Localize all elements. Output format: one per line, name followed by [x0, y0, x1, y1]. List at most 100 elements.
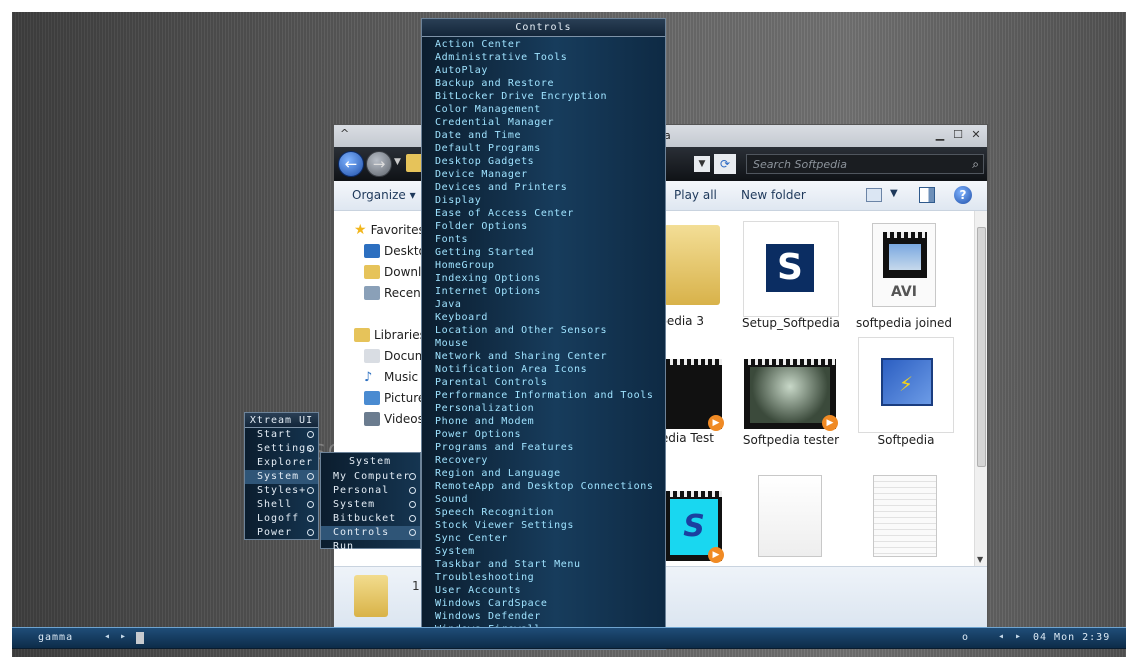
menu-item-personal[interactable]: Personal [321, 484, 420, 498]
controls-menu-item[interactable]: Indexing Options [435, 272, 665, 285]
scroll-down-icon[interactable]: ▼ [977, 555, 983, 564]
play-all-button[interactable]: Play all [674, 188, 717, 202]
menu-item-my-computer[interactable]: My Computer [321, 470, 420, 484]
nav-libraries[interactable]: Libraries [354, 326, 426, 344]
address-dropdown-icon[interactable]: ▼ [694, 156, 710, 172]
history-dropdown-icon[interactable]: ▼ [394, 157, 401, 167]
controls-menu-item[interactable]: Notification Area Icons [435, 363, 665, 376]
tray-prev-icon[interactable]: ◂ [998, 631, 1005, 642]
controls-menu-item[interactable]: Sound [435, 493, 665, 506]
controls-menu-item[interactable]: Backup and Restore [435, 77, 665, 90]
menu-item-explorer[interactable]: Explorer [245, 456, 318, 470]
nav-item-desktop[interactable]: Deskto [364, 242, 426, 260]
back-button[interactable]: ← [338, 151, 364, 177]
controls-menu-item[interactable]: Administrative Tools [435, 51, 665, 64]
controls-menu-item[interactable]: Sync Center [435, 532, 665, 545]
nav-item-recent[interactable]: Recent [364, 284, 425, 302]
menu-item-run[interactable]: Run [321, 540, 420, 554]
controls-menu-item[interactable]: Mouse [435, 337, 665, 350]
controls-menu-item[interactable]: Region and Language [435, 467, 665, 480]
controls-menu-item[interactable]: Color Management [435, 103, 665, 116]
menu-item-styles[interactable]: Styles+ [245, 484, 318, 498]
controls-menu-item[interactable]: Display [435, 194, 665, 207]
controls-menu-item[interactable]: Speech Recognition [435, 506, 665, 519]
controls-menu-item[interactable]: Internet Options [435, 285, 665, 298]
controls-menu-item[interactable]: BitLocker Drive Encryption [435, 90, 665, 103]
controls-menu-item[interactable]: Desktop Gadgets [435, 155, 665, 168]
workspace-label[interactable]: gamma [38, 632, 73, 643]
nav-item-pictures[interactable]: Picture [364, 389, 425, 407]
controls-menu-item[interactable]: Credential Manager [435, 116, 665, 129]
nav-item-videos[interactable]: Videos [364, 410, 424, 428]
search-icon[interactable]: ⌕ [972, 157, 979, 172]
menu-item-controls[interactable]: Controls [321, 526, 420, 540]
forward-button[interactable]: → [366, 151, 392, 177]
menu-item-logoff[interactable]: Logoff [245, 512, 318, 526]
controls-menu-item[interactable]: Default Programs [435, 142, 665, 155]
search-input[interactable]: Search Softpedia ⌕ [746, 154, 984, 174]
controls-menu-item[interactable]: Power Options [435, 428, 665, 441]
controls-menu-item[interactable]: Network and Sharing Center [435, 350, 665, 363]
controls-menu-item[interactable]: Ease of Access Center [435, 207, 665, 220]
menu-item-system[interactable]: System [245, 470, 318, 484]
menu-item-shell[interactable]: Shell [245, 498, 318, 512]
controls-menu-item[interactable]: Programs and Features [435, 441, 665, 454]
file-name: Setup_Softpedia [742, 316, 840, 330]
nav-item-documents[interactable]: Docum [364, 347, 426, 365]
vertical-scrollbar[interactable]: ▼ [974, 211, 987, 566]
controls-menu-item[interactable]: Device Manager [435, 168, 665, 181]
controls-menu-item[interactable]: Keyboard [435, 311, 665, 324]
workspace-next-icon[interactable]: ▸ [120, 631, 127, 642]
nav-item-music[interactable]: ♪ Music [364, 368, 418, 386]
menu-item-settings[interactable]: Settings [245, 442, 318, 456]
organize-button[interactable]: Organize ▾ [352, 188, 416, 202]
controls-menu-item[interactable]: Folder Options [435, 220, 665, 233]
workspace-prev-icon[interactable]: ◂ [104, 631, 111, 642]
change-view-icon[interactable] [866, 188, 882, 202]
controls-menu-item[interactable]: Performance Information and Tools [435, 389, 665, 402]
refresh-icon[interactable]: ⟳ [714, 154, 736, 174]
controls-menu-item[interactable]: Parental Controls [435, 376, 665, 389]
lightning-icon: ⚡ [899, 372, 914, 396]
controls-menu-item[interactable]: System [435, 545, 665, 558]
controls-menu-item[interactable]: Stock Viewer Settings [435, 519, 665, 532]
controls-menu-item[interactable]: Location and Other Sensors [435, 324, 665, 337]
controls-menu-item[interactable]: Troubleshooting [435, 571, 665, 584]
controls-menu-item[interactable]: User Accounts [435, 584, 665, 597]
menu-item-system[interactable]: System [321, 498, 420, 512]
controls-menu-item[interactable]: Date and Time [435, 129, 665, 142]
maximize-icon[interactable]: ☐ [951, 128, 965, 142]
file-thumbnail: ⚡ [858, 337, 954, 433]
controls-menu-item[interactable]: Windows CardSpace [435, 597, 665, 610]
controls-menu-item[interactable]: Fonts [435, 233, 665, 246]
controls-menu-item[interactable]: Action Center [435, 38, 665, 51]
new-folder-button[interactable]: New folder [741, 188, 806, 202]
menu-item-bitbucket[interactable]: Bitbucket [321, 512, 420, 526]
controls-menu-item[interactable]: Java [435, 298, 665, 311]
controls-menu-item[interactable]: Taskbar and Start Menu [435, 558, 665, 571]
nav-favorites[interactable]: ★ Favorites [354, 221, 425, 239]
menu-item-power[interactable]: Power [245, 526, 318, 540]
task-button[interactable] [136, 632, 144, 644]
caret-up-icon[interactable]: ^ [340, 127, 349, 140]
minimize-icon[interactable]: ▁ [933, 128, 947, 142]
controls-menu-item[interactable]: HomeGroup [435, 259, 665, 272]
help-icon[interactable]: ? [954, 186, 972, 204]
nav-item-downloads[interactable]: Downlo [364, 263, 429, 281]
submenu-dot-icon [307, 501, 314, 508]
menu-item-start[interactable]: Start [245, 428, 318, 442]
controls-menu-item[interactable]: AutoPlay [435, 64, 665, 77]
controls-menu-item[interactable]: Windows Defender [435, 610, 665, 623]
preview-pane-icon[interactable] [919, 187, 935, 203]
scrollbar-thumb[interactable] [977, 227, 986, 467]
view-dropdown-icon[interactable]: ▼ [890, 188, 898, 199]
controls-menu-item[interactable]: Getting Started [435, 246, 665, 259]
controls-menu-item[interactable]: Devices and Printers [435, 181, 665, 194]
controls-menu-item[interactable]: RemoteApp and Desktop Connections [435, 480, 665, 493]
tray-next-icon[interactable]: ▸ [1015, 631, 1022, 642]
close-icon[interactable]: ✕ [969, 128, 983, 142]
controls-menu-item[interactable]: Personalization [435, 402, 665, 415]
controls-menu-item[interactable]: Phone and Modem [435, 415, 665, 428]
file-name: softpedia joined [855, 316, 953, 330]
controls-menu-item[interactable]: Recovery [435, 454, 665, 467]
